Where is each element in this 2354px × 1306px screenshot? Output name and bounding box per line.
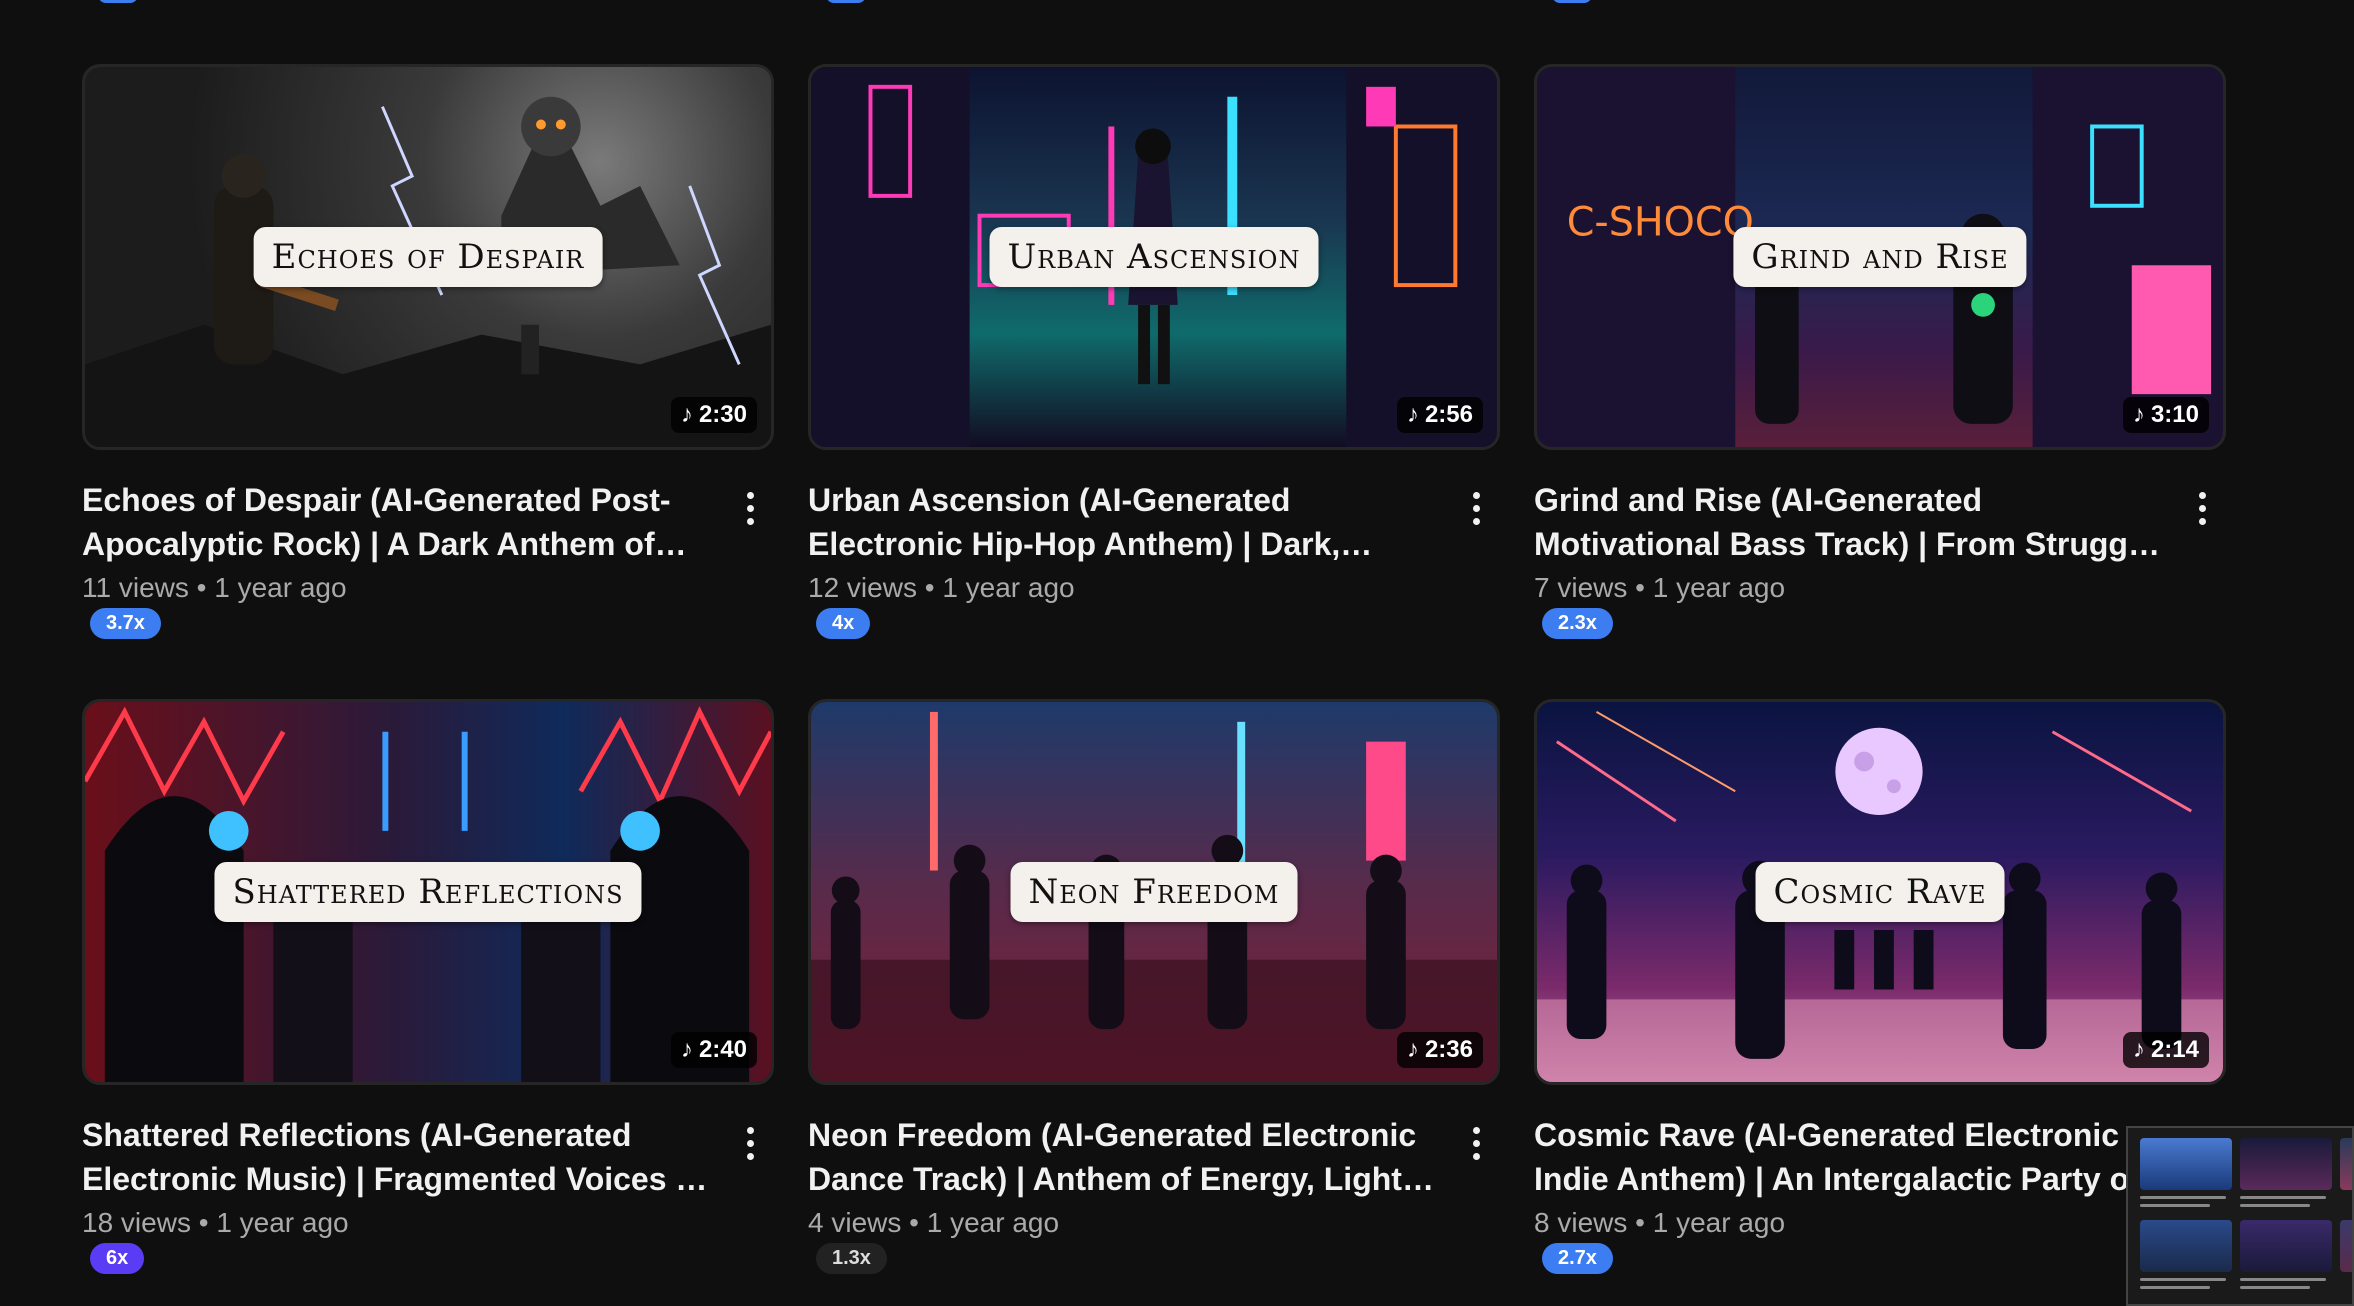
video-stats: 11 views • 1 year ago — [82, 570, 714, 606]
video-card[interactable]: Echoes of Despair ♪ 2:30 Echoes of Despa… — [82, 64, 774, 639]
video-card[interactable]: Urban Ascension ♪ 2:56 Urban Ascension (… — [808, 64, 1500, 639]
preview-thumbnail — [2240, 1138, 2332, 1190]
more-vert-icon[interactable] — [1456, 484, 1496, 532]
preview-text-line — [2240, 1204, 2310, 1207]
view-count: 4 views — [808, 1207, 902, 1238]
performance-badge: 2.3x — [1542, 608, 1613, 639]
upload-age: 1 year ago — [942, 572, 1075, 603]
separator: • — [1635, 1207, 1645, 1238]
thumbnail-title-overlay: Echoes of Despair — [253, 227, 603, 287]
video-stats: 18 views • 1 year ago — [82, 1205, 714, 1241]
more-vert-icon[interactable] — [730, 1119, 770, 1167]
preview-thumbnail — [2340, 1220, 2352, 1272]
video-card[interactable]: Neon Freedom ♪ 2:36 Neon Freedom (AI-Gen… — [808, 699, 1500, 1274]
preview-thumbnail — [2140, 1138, 2232, 1190]
video-stats: 12 views • 1 year ago — [808, 570, 1440, 606]
thumbnail-title-overlay: Urban Ascension — [989, 227, 1319, 287]
performance-badge: 4x — [816, 608, 871, 639]
upload-age: 1 year ago — [926, 1207, 1060, 1238]
video-stats: 8 views • 1 year ago — [1534, 1205, 2166, 1241]
video-title[interactable]: Cosmic Rave (AI-Generated Electronic Ind… — [1534, 1113, 2166, 1201]
duration-text: 3:10 — [2150, 401, 2199, 428]
duration-badge: ♪ 2:30 — [670, 397, 757, 433]
preview-text-line — [2140, 1278, 2226, 1281]
duration-text: 2:36 — [1424, 1036, 1473, 1063]
music-note-icon: ♪ — [680, 401, 693, 428]
duration-text: 2:40 — [698, 1036, 747, 1063]
duration-badge: ♪ 2:36 — [1396, 1032, 1483, 1068]
thumbnail-title-overlay: Neon Freedom — [1010, 862, 1298, 922]
video-title[interactable]: Grind and Rise (AI-Generated Motivationa… — [1534, 478, 2166, 566]
preview-text-line — [2140, 1204, 2210, 1207]
more-vert-icon[interactable] — [1456, 1119, 1496, 1167]
preview-thumbnail — [2340, 1138, 2352, 1190]
video-thumbnail[interactable]: Cosmic Rave ♪ 2:14 — [1534, 699, 2226, 1085]
performance-badge: 3.7x — [90, 608, 161, 639]
more-vert-icon[interactable] — [730, 484, 770, 532]
thumbnail-title-overlay: Grind and Rise — [1733, 227, 2027, 287]
video-title[interactable]: Neon Freedom (AI-Generated Electronic Da… — [808, 1113, 1440, 1201]
thumbnail-title-overlay: Cosmic Rave — [1755, 862, 2005, 922]
duration-text: 2:30 — [698, 401, 747, 428]
upload-age: 1 year ago — [214, 572, 347, 603]
video-title[interactable]: Urban Ascension (AI-Generated Electronic… — [808, 478, 1440, 566]
video-title[interactable]: Shattered Reflections (AI-Generated Elec… — [82, 1113, 714, 1201]
video-title[interactable]: Echoes of Despair (AI-Generated Post-Apo… — [82, 478, 714, 566]
video-stats: 7 views • 1 year ago — [1534, 570, 2166, 606]
separator: • — [198, 1207, 209, 1238]
music-note-icon: ♪ — [2132, 1036, 2145, 1063]
separator: • — [909, 1207, 919, 1238]
previous-badge-edge — [1552, 0, 1592, 3]
svg-text:C-SHOCO: C-SHOCO — [1567, 200, 1754, 246]
view-count: 11 views — [82, 572, 189, 603]
video-thumbnail[interactable]: Shattered Reflections ♪ 2:40 — [82, 699, 774, 1085]
preview-text-line — [2240, 1278, 2326, 1281]
video-card[interactable]: Cosmic Rave ♪ 2:14 Cosmic Rave (AI-Gener… — [1534, 699, 2226, 1274]
previous-row-edge — [0, 0, 2354, 3]
duration-badge: ♪ 2:40 — [670, 1032, 757, 1068]
duration-text: 2:14 — [2150, 1036, 2199, 1063]
video-stats: 4 views • 1 year ago — [808, 1205, 1440, 1241]
music-note-icon: ♪ — [680, 1036, 693, 1063]
view-count: 8 views — [1534, 1207, 1628, 1238]
video-card[interactable]: C-SHOCO Grind and Rise ♪ 3:10 Grind and … — [1534, 64, 2226, 639]
upload-age: 1 year ago — [1652, 572, 1786, 603]
preview-text-line — [2240, 1196, 2326, 1199]
previous-badge-edge — [98, 0, 138, 3]
thumbnail-title-overlay: Shattered Reflections — [214, 862, 642, 922]
preview-thumbnail — [2140, 1220, 2232, 1272]
hover-preview-popup[interactable] — [2126, 1126, 2354, 1306]
preview-thumbnail — [2240, 1220, 2332, 1272]
video-thumbnail[interactable]: Echoes of Despair ♪ 2:30 — [82, 64, 774, 450]
preview-text-line — [2140, 1196, 2226, 1199]
music-note-icon: ♪ — [1406, 1036, 1419, 1063]
music-note-icon: ♪ — [1406, 401, 1419, 428]
music-note-icon: ♪ — [2132, 401, 2145, 428]
duration-text: 2:56 — [1424, 401, 1473, 428]
view-count: 18 views — [82, 1207, 191, 1238]
duration-badge: ♪ 2:14 — [2122, 1032, 2209, 1068]
upload-age: 1 year ago — [216, 1207, 349, 1238]
separator: • — [196, 572, 207, 603]
video-thumbnail[interactable]: Neon Freedom ♪ 2:36 — [808, 699, 1500, 1085]
performance-badge: 1.3x — [816, 1243, 887, 1274]
video-card[interactable]: Shattered Reflections ♪ 2:40 Shattered R… — [82, 699, 774, 1274]
more-vert-icon[interactable] — [2182, 484, 2222, 532]
duration-badge: ♪ 3:10 — [2122, 397, 2209, 433]
video-thumbnail[interactable]: C-SHOCO Grind and Rise ♪ 3:10 — [1534, 64, 2226, 450]
view-count: 7 views — [1534, 572, 1628, 603]
performance-badge: 6x — [90, 1243, 145, 1274]
previous-badge-edge — [826, 0, 866, 3]
duration-badge: ♪ 2:56 — [1396, 397, 1483, 433]
upload-age: 1 year ago — [1652, 1207, 1786, 1238]
performance-badge: 2.7x — [1542, 1243, 1613, 1274]
separator: • — [1635, 572, 1645, 603]
preview-text-line — [2140, 1286, 2210, 1289]
preview-text-line — [2240, 1286, 2310, 1289]
view-count: 12 views — [808, 572, 917, 603]
video-thumbnail[interactable]: Urban Ascension ♪ 2:56 — [808, 64, 1500, 450]
separator: • — [924, 572, 935, 603]
